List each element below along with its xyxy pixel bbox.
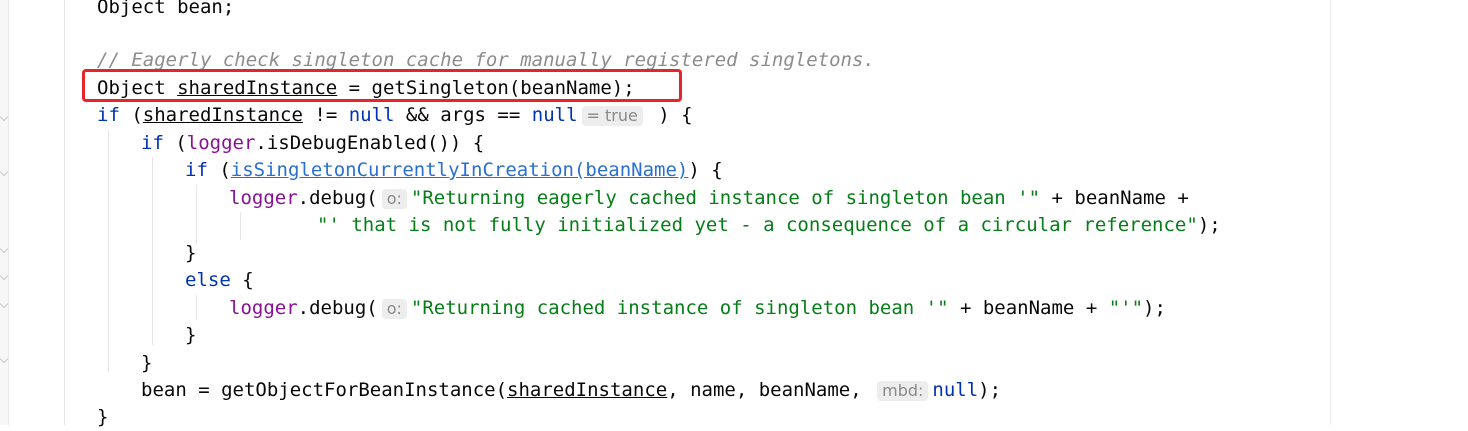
- indent-guide: [196, 295, 197, 320]
- inlay-hint: mbd:: [877, 380, 929, 401]
- code-text: (: [207, 159, 231, 181]
- keyword: null: [932, 379, 979, 401]
- code-line[interactable]: else {: [185, 267, 254, 294]
- fold-marker-icon[interactable]: [0, 355, 8, 365]
- inlay-hint: o:: [381, 298, 407, 319]
- code-line[interactable]: logger .debug(o: "Returning eagerly cached…: [229, 185, 1189, 212]
- inlay-hint: = true: [581, 105, 643, 126]
- code-text: + beanName +: [948, 297, 1109, 319]
- code-line[interactable]: }: [185, 322, 196, 349]
- code-line[interactable]: }: [141, 350, 152, 377]
- code-text: bean = getObjectForBeanInstance(: [141, 379, 508, 401]
- highlight-annotation-box: [82, 69, 682, 102]
- code-text: .debug(: [297, 187, 378, 209]
- fold-marker-icon[interactable]: [0, 245, 8, 255]
- code-text: );: [978, 379, 1002, 401]
- string-literal: "' that is not fully initialized yet - a…: [317, 214, 1198, 236]
- string-literal: "'": [1108, 297, 1144, 319]
- fold-marker-icon[interactable]: [0, 272, 8, 282]
- indent-guide: [196, 185, 197, 245]
- keyword: if: [97, 104, 120, 126]
- field-name[interactable]: logger: [229, 185, 298, 212]
- code-line[interactable]: if (logger .isDebugEnabled()) {: [141, 130, 484, 157]
- code-line[interactable]: }: [185, 240, 196, 267]
- code-line[interactable]: bean = getObjectForBeanInstance(sharedIn…: [141, 377, 1001, 404]
- closing-brace: }: [185, 242, 197, 264]
- right-margin-guide: [1330, 0, 1331, 425]
- fold-marker-icon[interactable]: [0, 168, 8, 178]
- code-text: && args ==: [394, 104, 532, 126]
- code-text: Object bean;: [97, 0, 235, 18]
- code-line[interactable]: if (isSingletonCurrentlyInCreation(beanN…: [185, 157, 723, 184]
- method-link[interactable]: isSingletonCurrentlyInCreation(beanName): [231, 157, 689, 184]
- keyword: else: [185, 269, 231, 291]
- code-text: ) {: [688, 159, 723, 181]
- keyword: null: [348, 104, 395, 126]
- code-text: );: [1197, 214, 1221, 236]
- code-text: );: [1143, 297, 1166, 319]
- variable-name[interactable]: sharedInstance: [507, 377, 667, 404]
- code-line[interactable]: Object bean;: [97, 0, 234, 21]
- field-name[interactable]: logger: [187, 130, 256, 157]
- inlay-hint: o:: [381, 188, 407, 209]
- code-text: ) {: [646, 104, 693, 126]
- field-name[interactable]: logger: [229, 295, 298, 322]
- code-text: (: [119, 104, 143, 126]
- fold-marker-icon[interactable]: [0, 300, 8, 310]
- keyword: if: [185, 159, 208, 181]
- code-text: !=: [302, 104, 349, 126]
- code-line[interactable]: logger .debug(o: "Returning cached instanc…: [229, 295, 1166, 322]
- code-line[interactable]: }: [97, 404, 108, 431]
- indent-guide: [64, 0, 65, 425]
- closing-brace: }: [97, 406, 109, 428]
- indent-guide: [152, 157, 153, 345]
- indent-guide: [240, 212, 241, 240]
- closing-brace: }: [185, 324, 197, 346]
- code-text: , name, beanName,: [667, 379, 874, 401]
- string-literal: "Returning eagerly cached instance of si…: [410, 187, 1041, 209]
- keyword: if: [141, 132, 164, 154]
- fold-marker-icon[interactable]: [0, 113, 8, 123]
- string-literal: "Returning cached instance of singleton …: [410, 297, 949, 319]
- keyword: null: [531, 104, 578, 126]
- code-text: .debug(: [297, 297, 378, 319]
- closing-brace: }: [141, 352, 153, 374]
- variable-name[interactable]: sharedInstance: [143, 102, 303, 129]
- code-text: .isDebugEnabled()) {: [255, 132, 485, 154]
- code-text: + beanName +: [1040, 187, 1189, 209]
- code-editor[interactable]: Object bean; // Eagerly check singleton …: [8, 0, 1468, 428]
- indent-guide: [108, 130, 109, 372]
- code-line[interactable]: if (sharedInstance != null && args == nu…: [97, 102, 693, 129]
- code-text: (: [163, 132, 187, 154]
- code-text: {: [230, 269, 254, 291]
- code-line[interactable]: "' that is not fully initialized yet - a…: [317, 212, 1221, 239]
